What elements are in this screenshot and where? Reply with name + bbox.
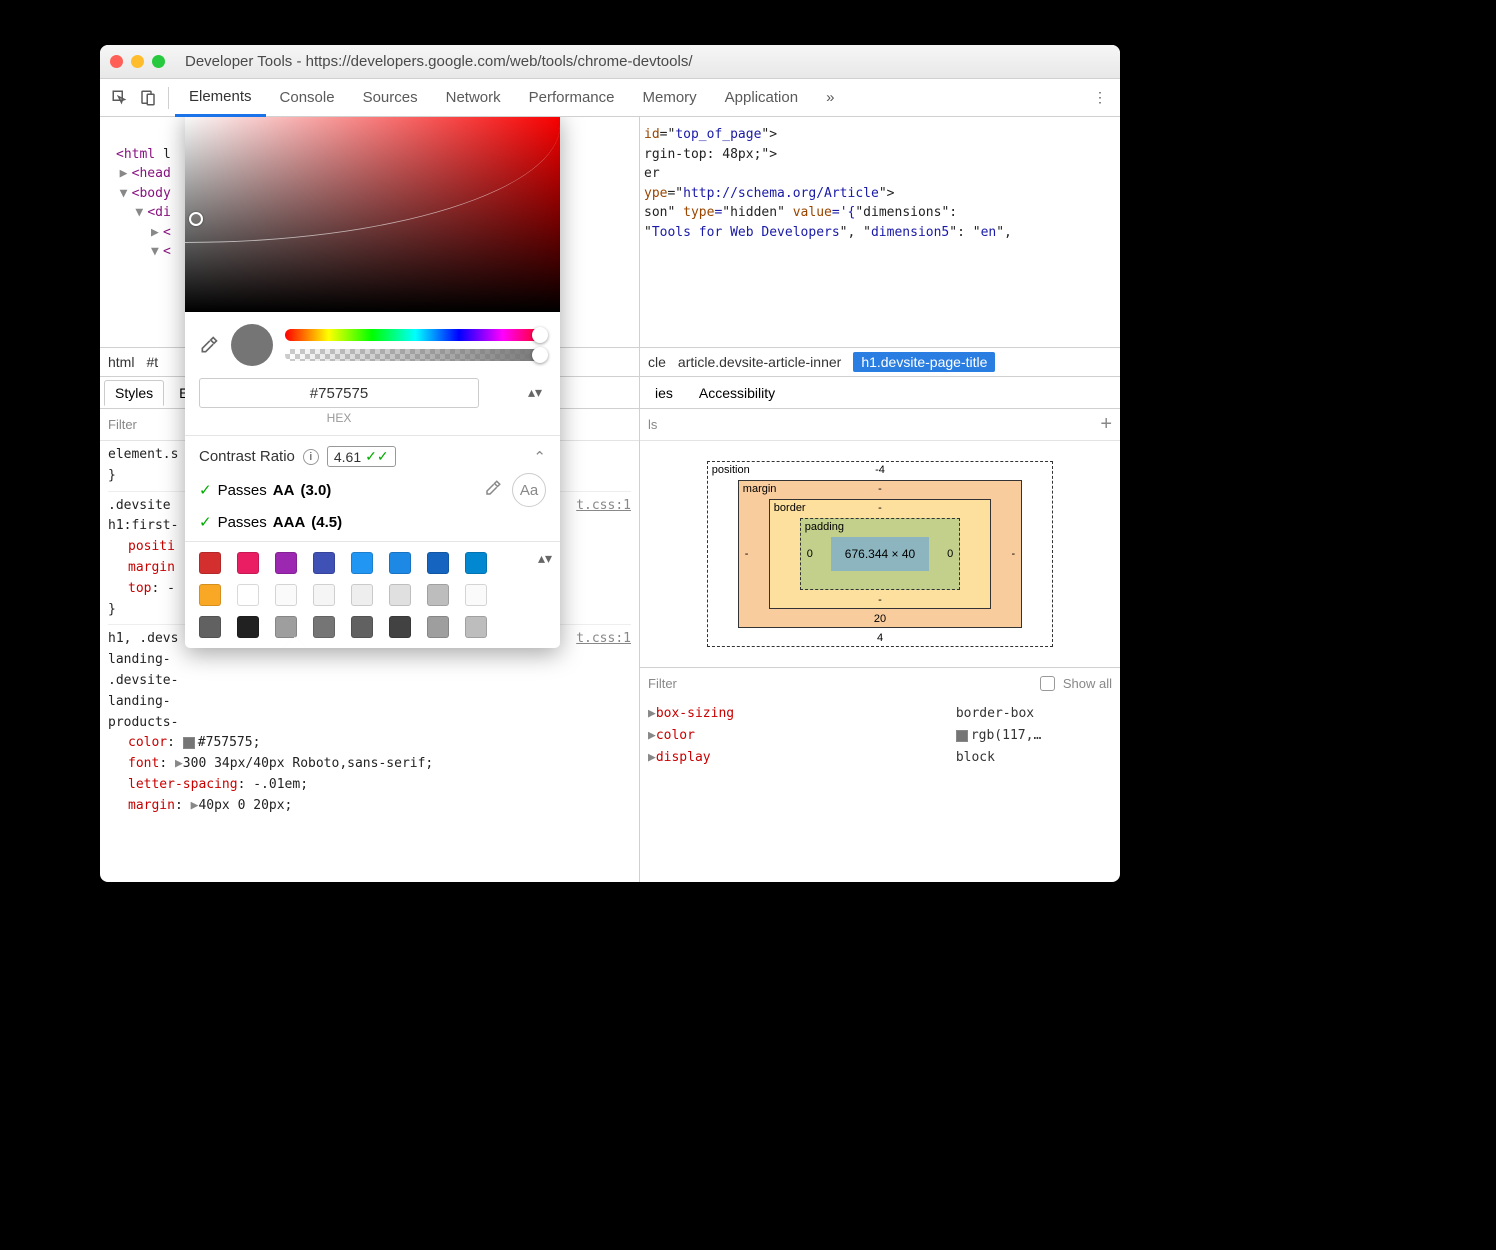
palette-swatch[interactable] xyxy=(389,584,411,606)
sv-cursor[interactable] xyxy=(189,212,203,226)
palette-swatch[interactable] xyxy=(237,616,259,638)
tab-application[interactable]: Application xyxy=(711,79,812,117)
tab-console[interactable]: Console xyxy=(266,79,349,117)
palette-swatch[interactable] xyxy=(275,616,297,638)
palette-swatch[interactable] xyxy=(199,616,221,638)
show-all-checkbox[interactable] xyxy=(1040,676,1055,691)
hue-slider[interactable] xyxy=(285,329,546,341)
palette-swatch[interactable] xyxy=(427,584,449,606)
tab-memory[interactable]: Memory xyxy=(629,79,711,117)
eyedropper-small-icon[interactable] xyxy=(484,479,502,501)
info-icon[interactable]: i xyxy=(303,449,319,465)
color-picker: HEX ▴▾ Contrast Ratio i 4.61 ✓✓ ⌃ ✓ Pass… xyxy=(185,117,560,648)
maximize-icon[interactable] xyxy=(152,55,165,68)
palette-swatch[interactable] xyxy=(427,616,449,638)
close-icon[interactable] xyxy=(110,55,123,68)
add-rule-icon[interactable]: + xyxy=(1100,413,1112,436)
check-icon: ✓ xyxy=(199,513,212,531)
palette-swatch[interactable] xyxy=(389,552,411,574)
tab-performance[interactable]: Performance xyxy=(515,79,629,117)
palette-swatch[interactable] xyxy=(199,552,221,574)
contrast-section: Contrast Ratio i 4.61 ✓✓ ⌃ ✓ Passes AA (… xyxy=(185,436,560,541)
format-switch-icon[interactable]: ▴▾ xyxy=(528,384,542,401)
tab-network[interactable]: Network xyxy=(432,79,515,117)
show-all-label: Show all xyxy=(1063,676,1112,691)
breadcrumbs-right[interactable]: cle article.devsite-article-inner h1.dev… xyxy=(640,347,1120,377)
subtab-accessibility[interactable]: Accessibility xyxy=(688,380,786,406)
palette-swatch[interactable] xyxy=(199,584,221,606)
computed-list[interactable]: ▶ box-sizingborder-box▶ colorrgb(117,…▶ … xyxy=(640,699,1120,773)
palette-swatch[interactable] xyxy=(313,552,335,574)
format-label: HEX xyxy=(199,411,479,425)
palette-swatch[interactable] xyxy=(351,552,373,574)
box-model[interactable]: position -4 4 margin - 20 - - border - xyxy=(640,441,1120,667)
palette-swatch[interactable] xyxy=(237,552,259,574)
palette-swatch[interactable] xyxy=(389,616,411,638)
minimize-icon[interactable] xyxy=(131,55,144,68)
palette-swatch[interactable] xyxy=(465,584,487,606)
kebab-menu-icon[interactable]: ⋮ xyxy=(1086,84,1114,112)
saturation-field[interactable] xyxy=(185,117,560,312)
palette-swatch[interactable] xyxy=(275,552,297,574)
contrast-value: 4.61 ✓✓ xyxy=(327,446,396,467)
palette-swatch[interactable] xyxy=(465,616,487,638)
dom-overflow: id="top_of_page">rgin-top: 48px;">erype=… xyxy=(640,117,1120,347)
hex-input[interactable] xyxy=(199,378,479,408)
palette-swatch[interactable] xyxy=(275,584,297,606)
crumb[interactable]: article.devsite-article-inner xyxy=(678,354,841,370)
device-toggle-icon[interactable] xyxy=(134,84,162,112)
crumb-selected[interactable]: h1.devsite-page-title xyxy=(853,352,995,372)
subtab-properties[interactable]: ies xyxy=(644,380,684,406)
filter-label[interactable]: Filter xyxy=(648,676,677,691)
crumb[interactable]: cle xyxy=(648,354,666,370)
palette-swatch[interactable] xyxy=(237,584,259,606)
crumb[interactable]: #t xyxy=(146,354,158,370)
collapse-icon[interactable]: ⌃ xyxy=(533,448,546,466)
palette-swatch[interactable] xyxy=(313,584,335,606)
inspect-icon[interactable] xyxy=(106,84,134,112)
tab-overflow-icon[interactable]: » xyxy=(812,79,848,117)
palette-swatch[interactable] xyxy=(427,552,449,574)
devtools-window: Developer Tools - https://developers.goo… xyxy=(100,45,1120,882)
tab-sources[interactable]: Sources xyxy=(349,79,432,117)
box-model-content: 676.344 × 40 xyxy=(831,537,929,571)
filter-label[interactable]: Filter xyxy=(108,417,137,432)
window-title: Developer Tools - https://developers.goo… xyxy=(185,53,693,70)
styles-extra-bar: ls + xyxy=(640,409,1120,441)
computed-filter-bar: Filter Show all xyxy=(640,667,1120,699)
text-sample-icon[interactable]: Aa xyxy=(512,473,546,507)
alpha-slider[interactable] xyxy=(285,349,546,361)
computed-subtabs: ies Accessibility xyxy=(640,377,1120,409)
palette-swatch[interactable] xyxy=(313,616,335,638)
eyedropper-icon[interactable] xyxy=(199,335,219,355)
palette-swatch[interactable] xyxy=(351,616,373,638)
palette-swatch[interactable] xyxy=(465,552,487,574)
palette: ▴▾ xyxy=(185,542,560,648)
current-color-swatch xyxy=(231,324,273,366)
contrast-label: Contrast Ratio xyxy=(199,448,295,465)
palette-swatch[interactable] xyxy=(351,584,373,606)
subtab-styles[interactable]: Styles xyxy=(104,380,164,406)
crumb[interactable]: html xyxy=(108,354,134,370)
main-toolbar: Elements Console Sources Network Perform… xyxy=(100,79,1120,117)
tab-elements[interactable]: Elements xyxy=(175,79,266,117)
palette-switch-icon[interactable]: ▴▾ xyxy=(538,550,552,567)
check-icon: ✓ xyxy=(199,481,212,499)
titlebar: Developer Tools - https://developers.goo… xyxy=(100,45,1120,79)
